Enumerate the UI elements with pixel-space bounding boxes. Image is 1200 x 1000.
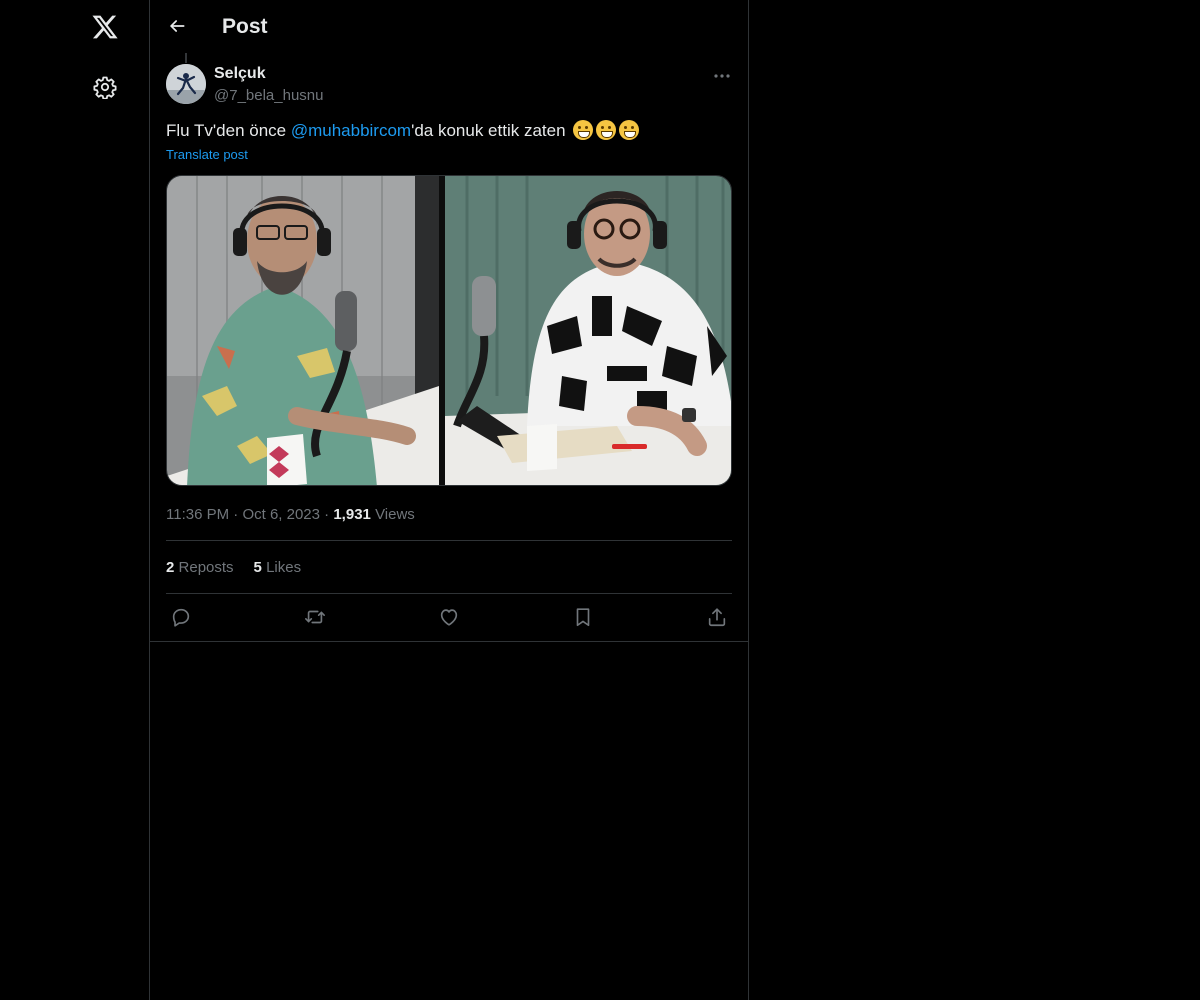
left-nav <box>0 0 149 1000</box>
likes-count: 5 <box>253 559 262 576</box>
separator: · <box>233 506 239 523</box>
grinning-emoji-icon <box>619 120 640 140</box>
post-date[interactable]: Oct 6, 2023 <box>242 506 320 523</box>
page-title: Post <box>222 15 268 38</box>
likes-label: Likes <box>266 559 302 576</box>
arrow-left-icon[interactable] <box>164 13 190 39</box>
avatar[interactable] <box>166 64 206 104</box>
author-handle[interactable]: @7_bela_husnu <box>214 86 323 106</box>
action-bar <box>166 604 732 630</box>
repost-icon[interactable] <box>302 604 328 630</box>
grinning-emoji-icon <box>596 120 617 140</box>
thread-line <box>185 53 187 63</box>
likes-stat[interactable]: 5 Likes <box>254 559 302 576</box>
divider <box>166 540 732 541</box>
post-column: Post Selçuk @7_bela_husnu Flu Tv'den önc… <box>149 0 749 1000</box>
views-label: Views <box>375 506 415 523</box>
gear-icon[interactable] <box>91 73 119 101</box>
like-icon[interactable] <box>436 604 462 630</box>
post-text-part: 'da konuk ettik zaten <box>411 121 566 140</box>
more-icon[interactable] <box>710 66 734 86</box>
post-text: Flu Tv'den önce @muhabbircom'da konuk et… <box>166 119 640 143</box>
grinning-emoji-icon <box>573 120 594 140</box>
divider <box>166 593 732 594</box>
views-count: 1,931 <box>333 506 371 523</box>
translate-post-link[interactable]: Translate post <box>166 147 248 163</box>
divider <box>150 641 748 642</box>
reply-icon[interactable] <box>168 604 194 630</box>
reposts-count: 2 <box>166 559 175 576</box>
separator: · <box>324 506 330 523</box>
author-name[interactable]: Selçuk <box>214 64 266 84</box>
post-stats: 2 Reposts 5 Likes <box>166 558 301 578</box>
post-media-image[interactable] <box>166 175 732 486</box>
bookmark-icon[interactable] <box>570 604 596 630</box>
mention-link[interactable]: @muhabbircom <box>291 121 411 140</box>
share-icon[interactable] <box>704 604 730 630</box>
post-text-part: Flu Tv'den önce <box>166 121 291 140</box>
post-header: Post <box>150 0 748 53</box>
post-meta: 11:36 PM · Oct 6, 2023 · 1,931 Views <box>166 505 415 525</box>
post-time[interactable]: 11:36 PM <box>166 506 229 523</box>
reposts-label: Reposts <box>178 559 234 576</box>
reposts-stat[interactable]: 2 Reposts <box>166 559 234 576</box>
x-logo-icon[interactable] <box>88 10 122 44</box>
